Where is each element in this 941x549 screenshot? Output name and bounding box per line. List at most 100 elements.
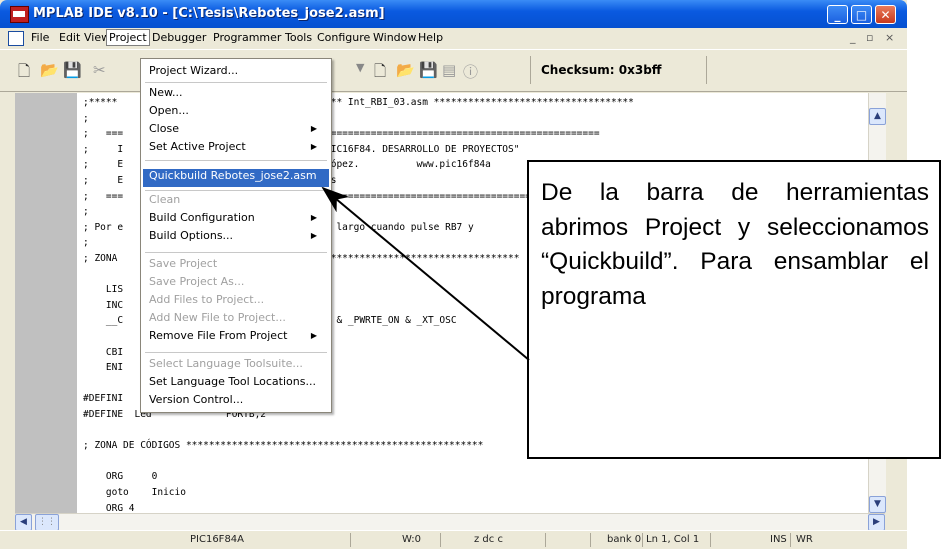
new-project-icon[interactable]: 🗋 (374, 61, 386, 86)
mdi-minimize-icon[interactable]: _ (850, 31, 856, 44)
mdi-restore-icon[interactable]: ▫ (866, 31, 873, 44)
scroll-down-icon[interactable]: ▼ (869, 496, 886, 513)
code-line: ; === (83, 191, 124, 202)
save-icon[interactable]: 💾 (63, 61, 82, 79)
code-line-fragment: ********************************** (325, 253, 520, 264)
project-menu-dropdown: Project Wizard... New... Open... Close ▶ Set … (140, 58, 332, 413)
title-bar[interactable]: MPLAB IDE v8.10 - [C:\Tesis\Rebotes_jose… (0, 0, 907, 28)
menu-item-label: Remove File From Project (149, 329, 288, 342)
mdi-close-icon[interactable]: × (885, 31, 894, 44)
mplab-app-icon[interactable] (10, 6, 29, 23)
menu-item-new[interactable]: New... (149, 86, 323, 99)
open-folder-icon[interactable]: 📂 (40, 61, 59, 79)
code-line: ; (83, 206, 89, 217)
menu-item-quickbuild-rebotes-jose2-asm[interactable]: Quickbuild Rebotes_jose2.asm (149, 169, 323, 182)
submenu-arrow-icon: ▶ (310, 213, 317, 222)
code-line: ;***** (83, 97, 118, 108)
code-line: INC (83, 300, 124, 311)
menu-configure[interactable]: Configure (317, 31, 370, 44)
window-title: MPLAB IDE v8.10 - [C:\Tesis\Rebotes_jose… (33, 6, 385, 21)
status-bar: PIC16F84A W:0 z dc c bank 0 Ln 1, Col 1 … (0, 530, 907, 549)
status-bank: bank 0 (607, 534, 642, 545)
menu-file[interactable]: File (31, 31, 49, 44)
info-icon[interactable]: ⓘ (463, 61, 478, 82)
code-line: ; (83, 237, 89, 248)
code-line-fragment: PIC16F84. DESARROLLO DE PROYECTOS" (325, 144, 520, 155)
code-line: __C (83, 315, 124, 326)
menu-item-add-files-to-project[interactable]: Add Files to Project... (149, 293, 323, 306)
menu-item-label: Add New File to Project... (149, 311, 286, 324)
code-line-fragment: ========================================… (325, 128, 600, 139)
minimize-button[interactable]: _ (827, 5, 848, 24)
menu-item-label: Save Project (149, 257, 218, 270)
menu-item-select-language-toolsuite[interactable]: Select Language Toolsuite... (149, 357, 323, 370)
menu-item-label: Project Wizard... (149, 64, 239, 77)
submenu-arrow-icon: ▶ (310, 331, 317, 340)
document-icon[interactable] (8, 31, 24, 46)
status-write-mode: WR (796, 534, 813, 545)
cut-icon[interactable]: ✂ (93, 61, 106, 79)
menu-separator (145, 190, 327, 191)
new-file-icon[interactable]: 🗋 (18, 61, 30, 86)
toolbar: 🗋 📂 💾 ✂ ▼ 🗋 📂 💾 ▤ ⓘ (0, 49, 907, 92)
menu-tools[interactable]: Tools (285, 31, 312, 44)
scroll-up-icon[interactable]: ▲ (869, 108, 886, 125)
menu-item-clean[interactable]: Clean (149, 193, 323, 206)
code-line-fragment: F & _PWRTE_ON & _XT_OSC (325, 315, 457, 326)
menu-item-label: Set Active Project (149, 140, 246, 153)
menu-separator (145, 252, 327, 253)
menu-item-set-active-project[interactable]: Set Active Project ▶ (149, 140, 323, 153)
scroll-left-icon[interactable]: ◀ (15, 514, 32, 531)
menu-item-remove-file-from-project[interactable]: Remove File From Project ▶ (149, 329, 323, 342)
menu-item-build-options[interactable]: Build Options... ▶ (149, 229, 323, 242)
menu-item-label: Open... (149, 104, 189, 117)
maximize-button[interactable]: □ (851, 5, 872, 24)
code-line: ; E (83, 159, 124, 170)
code-line: goto Inicio (83, 487, 186, 498)
menu-item-label: Build Configuration (149, 211, 255, 224)
code-line: #DEFINI (83, 393, 124, 404)
menu-item-label: Select Language Toolsuite... (149, 357, 303, 370)
close-button[interactable]: ✕ (875, 5, 896, 24)
menu-item-label: Clean (149, 193, 181, 206)
annotation-callout: De la barra de herramientas abrimos Proj… (527, 160, 941, 459)
scroll-thumb[interactable]: ⋮⋮ (35, 514, 59, 531)
menu-separator (145, 82, 327, 83)
menu-item-save-project-as[interactable]: Save Project As... (149, 275, 323, 288)
menu-item-save-project[interactable]: Save Project (149, 257, 323, 270)
menu-programmer[interactable]: Programmer (213, 31, 281, 44)
submenu-arrow-icon: ▶ (310, 124, 317, 133)
menu-edit[interactable]: Edit (59, 31, 80, 44)
checksum-display: Checksum: 0x3bff (530, 56, 707, 84)
scroll-right-icon[interactable]: ▶ (868, 514, 885, 531)
menu-item-label: Version Control... (149, 393, 244, 406)
menu-item-label: Build Options... (149, 229, 234, 242)
menu-debugger[interactable]: Debugger (152, 31, 206, 44)
save-project-icon[interactable]: 💾 (419, 61, 438, 79)
horizontal-scrollbar[interactable]: ◀ ⋮⋮ ▶ (15, 513, 885, 531)
status-insert-mode: INS (770, 534, 787, 545)
menu-bar: File Edit View Project Debugger Programm… (0, 28, 907, 48)
menu-item-open[interactable]: Open... (149, 104, 323, 117)
build-config-dropdown-icon[interactable]: ▼ (356, 61, 364, 74)
menu-item-project-wizard[interactable]: Project Wizard... (149, 64, 323, 77)
menu-item-build-configuration[interactable]: Build Configuration ▶ (149, 211, 323, 224)
menu-item-label: Quickbuild Rebotes_jose2.asm (149, 169, 317, 182)
build-icon[interactable]: ▤ (442, 61, 456, 79)
code-line-fragment: o largo cuando pulse RB7 y (325, 222, 474, 233)
menu-item-version-control[interactable]: Version Control... (149, 393, 323, 406)
code-line: ; Por e (83, 222, 124, 233)
status-w-register: W:0 (402, 534, 422, 545)
menu-project[interactable]: Project (106, 29, 150, 46)
menu-item-add-new-file-to-project[interactable]: Add New File to Project... (149, 311, 323, 324)
open-project-icon[interactable]: 📂 (396, 61, 415, 79)
code-line: ; ZONA DE CÓDIGOS **********************… (83, 440, 484, 451)
menu-help[interactable]: Help (418, 31, 443, 44)
menu-item-close[interactable]: Close ▶ (149, 122, 323, 135)
code-line: ORG 4 (83, 503, 135, 513)
menu-window[interactable]: Window (373, 31, 416, 44)
menu-item-set-language-tool-locations[interactable]: Set Language Tool Locations... (149, 375, 323, 388)
callout-text: De la barra de herramientas abrimos Proj… (541, 179, 929, 310)
code-line: ORG 0 (83, 471, 158, 482)
code-line: CBI (83, 347, 124, 358)
